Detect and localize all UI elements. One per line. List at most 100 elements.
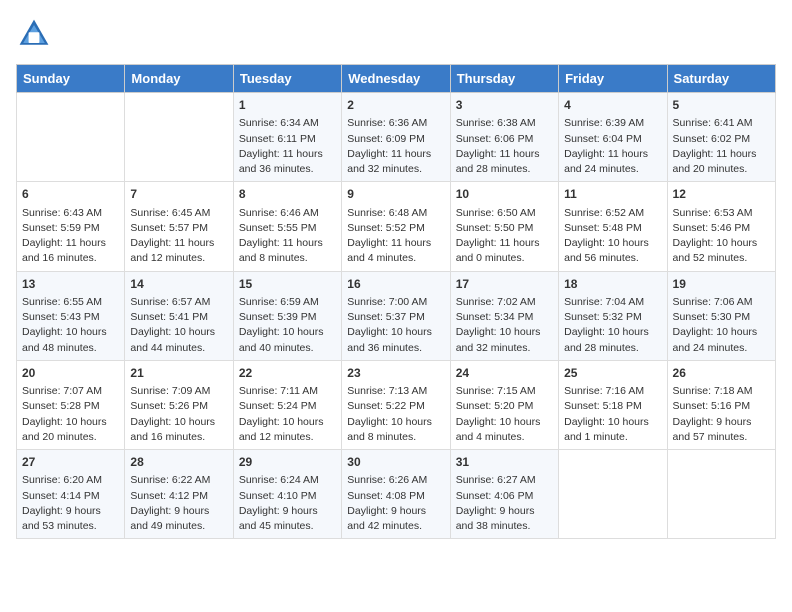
day-number: 13: [22, 276, 119, 293]
day-info: Sunrise: 7:00 AM Sunset: 5:37 PM Dayligh…: [347, 295, 444, 356]
page-header: [16, 16, 776, 52]
logo: [16, 16, 56, 52]
day-info: Sunrise: 6:46 AM Sunset: 5:55 PM Dayligh…: [239, 206, 336, 267]
calendar-cell: 14 Sunrise: 6:57 AM Sunset: 5:41 PM Dayli…: [125, 271, 233, 360]
calendar-cell: 5 Sunrise: 6:41 AM Sunset: 6:02 PM Daylig…: [667, 93, 775, 182]
calendar-cell: [559, 450, 667, 539]
day-info: Sunrise: 6:52 AM Sunset: 5:48 PM Dayligh…: [564, 206, 661, 267]
calendar-cell: 31 Sunrise: 6:27 AM Sunset: 4:06 PM Dayli…: [450, 450, 558, 539]
calendar-cell: 25Sunrise: 7:16 AM Sunset: 5:18 PM Dayli…: [559, 360, 667, 449]
calendar-cell: 7 Sunrise: 6:45 AM Sunset: 5:57 PM Daylig…: [125, 182, 233, 271]
calendar-cell: 30 Sunrise: 6:26 AM Sunset: 4:08 PM Dayli…: [342, 450, 450, 539]
day-number: 12: [673, 186, 770, 203]
day-info: Sunrise: 7:15 AM Sunset: 5:20 PM Dayligh…: [456, 384, 553, 445]
weekday-header: Monday: [125, 65, 233, 93]
calendar-cell: 16 Sunrise: 7:00 AM Sunset: 5:37 PM Dayli…: [342, 271, 450, 360]
calendar-cell: 1 Sunrise: 6:34 AM Sunset: 6:11 PM Daylig…: [233, 93, 341, 182]
weekday-header: Wednesday: [342, 65, 450, 93]
calendar-cell: 18Sunrise: 7:04 AM Sunset: 5:32 PM Dayli…: [559, 271, 667, 360]
calendar-week-row: 13 Sunrise: 6:55 AM Sunset: 5:43 PM Dayli…: [17, 271, 776, 360]
day-info: Sunrise: 6:24 AM Sunset: 4:10 PM Dayligh…: [239, 473, 336, 534]
day-info: Sunrise: 6:26 AM Sunset: 4:08 PM Dayligh…: [347, 473, 444, 534]
day-info: Sunrise: 6:27 AM Sunset: 4:06 PM Dayligh…: [456, 473, 553, 534]
weekday-header: Tuesday: [233, 65, 341, 93]
day-number: 30: [347, 454, 444, 471]
day-number: 5: [673, 97, 770, 114]
weekday-header: Saturday: [667, 65, 775, 93]
calendar-cell: 21Sunrise: 7:09 AM Sunset: 5:26 PM Dayli…: [125, 360, 233, 449]
day-number: 23: [347, 365, 444, 382]
day-number: 9: [347, 186, 444, 203]
day-info: Sunrise: 6:43 AM Sunset: 5:59 PM Dayligh…: [22, 206, 119, 267]
weekday-header-row: SundayMondayTuesdayWednesdayThursdayFrid…: [17, 65, 776, 93]
day-number: 1: [239, 97, 336, 114]
day-info: Sunrise: 6:45 AM Sunset: 5:57 PM Dayligh…: [130, 206, 227, 267]
weekday-header: Friday: [559, 65, 667, 93]
day-number: 16: [347, 276, 444, 293]
calendar-cell: 26Sunrise: 7:18 AM Sunset: 5:16 PM Dayli…: [667, 360, 775, 449]
calendar-cell: 29 Sunrise: 6:24 AM Sunset: 4:10 PM Dayli…: [233, 450, 341, 539]
day-info: Sunrise: 7:07 AM Sunset: 5:28 PM Dayligh…: [22, 384, 119, 445]
day-number: 17: [456, 276, 553, 293]
calendar-cell: 19 Sunrise: 7:06 AM Sunset: 5:30 PM Dayli…: [667, 271, 775, 360]
day-info: Sunrise: 6:55 AM Sunset: 5:43 PM Dayligh…: [22, 295, 119, 356]
day-info: Sunrise: 7:18 AM Sunset: 5:16 PM Dayligh…: [673, 384, 770, 445]
day-number: 29: [239, 454, 336, 471]
weekday-header: Sunday: [17, 65, 125, 93]
day-info: Sunrise: 6:59 AM Sunset: 5:39 PM Dayligh…: [239, 295, 336, 356]
day-number: 15: [239, 276, 336, 293]
day-number: 7: [130, 186, 227, 203]
day-info: Sunrise: 6:41 AM Sunset: 6:02 PM Dayligh…: [673, 116, 770, 177]
day-number: 10: [456, 186, 553, 203]
day-info: Sunrise: 7:09 AM Sunset: 5:26 PM Dayligh…: [130, 384, 227, 445]
day-info: Sunrise: 6:53 AM Sunset: 5:46 PM Dayligh…: [673, 206, 770, 267]
day-info: Sunrise: 6:39 AM Sunset: 6:04 PM Dayligh…: [564, 116, 661, 177]
day-info: Sunrise: 6:22 AM Sunset: 4:12 PM Dayligh…: [130, 473, 227, 534]
calendar-cell: [667, 450, 775, 539]
day-info: Sunrise: 6:34 AM Sunset: 6:11 PM Dayligh…: [239, 116, 336, 177]
day-info: Sunrise: 7:11 AM Sunset: 5:24 PM Dayligh…: [239, 384, 336, 445]
calendar-cell: 2 Sunrise: 6:36 AM Sunset: 6:09 PM Daylig…: [342, 93, 450, 182]
day-number: 4: [564, 97, 661, 114]
calendar-cell: 4 Sunrise: 6:39 AM Sunset: 6:04 PM Daylig…: [559, 93, 667, 182]
day-info: Sunrise: 6:50 AM Sunset: 5:50 PM Dayligh…: [456, 206, 553, 267]
day-number: 22: [239, 365, 336, 382]
calendar-cell: 27 Sunrise: 6:20 AM Sunset: 4:14 PM Dayli…: [17, 450, 125, 539]
calendar-week-row: 1 Sunrise: 6:34 AM Sunset: 6:11 PM Daylig…: [17, 93, 776, 182]
calendar-week-row: 20Sunrise: 7:07 AM Sunset: 5:28 PM Dayli…: [17, 360, 776, 449]
day-info: Sunrise: 6:48 AM Sunset: 5:52 PM Dayligh…: [347, 206, 444, 267]
day-info: Sunrise: 7:06 AM Sunset: 5:30 PM Dayligh…: [673, 295, 770, 356]
calendar-cell: [17, 93, 125, 182]
calendar-cell: 28Sunrise: 6:22 AM Sunset: 4:12 PM Dayli…: [125, 450, 233, 539]
day-number: 14: [130, 276, 227, 293]
day-info: Sunrise: 6:38 AM Sunset: 6:06 PM Dayligh…: [456, 116, 553, 177]
day-number: 27: [22, 454, 119, 471]
calendar-cell: 24Sunrise: 7:15 AM Sunset: 5:20 PM Dayli…: [450, 360, 558, 449]
calendar-cell: [125, 93, 233, 182]
day-info: Sunrise: 6:20 AM Sunset: 4:14 PM Dayligh…: [22, 473, 119, 534]
calendar-cell: 12 Sunrise: 6:53 AM Sunset: 5:46 PM Dayli…: [667, 182, 775, 271]
day-number: 3: [456, 97, 553, 114]
calendar-cell: 23 Sunrise: 7:13 AM Sunset: 5:22 PM Dayli…: [342, 360, 450, 449]
day-number: 8: [239, 186, 336, 203]
day-info: Sunrise: 7:13 AM Sunset: 5:22 PM Dayligh…: [347, 384, 444, 445]
calendar-cell: 20Sunrise: 7:07 AM Sunset: 5:28 PM Dayli…: [17, 360, 125, 449]
logo-icon: [16, 16, 52, 52]
calendar-cell: 3 Sunrise: 6:38 AM Sunset: 6:06 PM Daylig…: [450, 93, 558, 182]
day-number: 19: [673, 276, 770, 293]
day-number: 11: [564, 186, 661, 203]
calendar-cell: 13 Sunrise: 6:55 AM Sunset: 5:43 PM Dayli…: [17, 271, 125, 360]
weekday-header: Thursday: [450, 65, 558, 93]
day-info: Sunrise: 6:36 AM Sunset: 6:09 PM Dayligh…: [347, 116, 444, 177]
day-info: Sunrise: 7:04 AM Sunset: 5:32 PM Dayligh…: [564, 295, 661, 356]
day-number: 2: [347, 97, 444, 114]
day-info: Sunrise: 6:57 AM Sunset: 5:41 PM Dayligh…: [130, 295, 227, 356]
calendar-week-row: 6Sunrise: 6:43 AM Sunset: 5:59 PM Daylig…: [17, 182, 776, 271]
day-number: 31: [456, 454, 553, 471]
day-info: Sunrise: 7:02 AM Sunset: 5:34 PM Dayligh…: [456, 295, 553, 356]
calendar-cell: 8 Sunrise: 6:46 AM Sunset: 5:55 PM Daylig…: [233, 182, 341, 271]
calendar-cell: 11 Sunrise: 6:52 AM Sunset: 5:48 PM Dayli…: [559, 182, 667, 271]
calendar-cell: 22 Sunrise: 7:11 AM Sunset: 5:24 PM Dayli…: [233, 360, 341, 449]
calendar-week-row: 27 Sunrise: 6:20 AM Sunset: 4:14 PM Dayli…: [17, 450, 776, 539]
day-info: Sunrise: 7:16 AM Sunset: 5:18 PM Dayligh…: [564, 384, 661, 445]
